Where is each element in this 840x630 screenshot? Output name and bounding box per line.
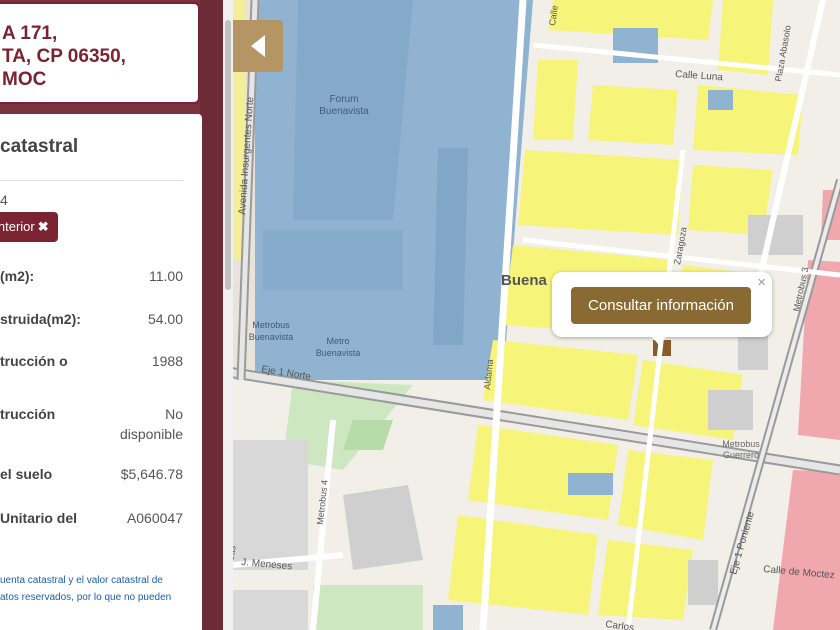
consultar-informacion-button[interactable]: Consultar información [571, 287, 751, 324]
row-value: No disponible [119, 406, 183, 442]
disclaimer-text: uenta catastral y el valor catastral de … [0, 575, 172, 603]
row-label: (m2): [0, 268, 35, 284]
divider [0, 180, 183, 181]
row-value: 54.00 [147, 311, 183, 327]
building-platform [433, 148, 468, 345]
popup-close-icon[interactable]: × [757, 274, 766, 291]
row-value: $5,646.78 [120, 466, 183, 482]
label-metrobus-bv-1: Metrobus [252, 320, 290, 330]
block-grey [688, 560, 718, 605]
side-panel: A 171, TA, CP 06350, MOC catastral 4 int… [0, 0, 233, 630]
label-metrobus-guerrero-1: Metrobus [722, 439, 760, 449]
row-label: trucción [0, 406, 56, 422]
block-blue[interactable] [568, 473, 613, 495]
row-label: struida(m2): [0, 311, 81, 327]
collapse-panel-button[interactable] [233, 20, 283, 72]
parcel-popup: Consultar información × [552, 272, 772, 345]
building-grey [233, 440, 308, 570]
interior-tag: interior✖ [0, 212, 58, 242]
popup-tip [650, 335, 668, 345]
label-metrobus-bv-2: Buenavista [249, 332, 294, 342]
interior-tag-label: interior [0, 219, 35, 234]
label-metro-bv-2: Buenavista [316, 348, 361, 358]
row-value: 11.00 [149, 268, 183, 284]
park-area-south [313, 585, 423, 630]
scrollbar-thumb[interactable] [225, 20, 231, 290]
block-yellow[interactable] [533, 60, 578, 140]
close-icon[interactable]: ✖ [38, 219, 49, 234]
building-terminal [263, 230, 403, 290]
label-metrobus-guerrero-2: Guerrero [723, 450, 759, 460]
account-number: 4 [0, 192, 8, 208]
block-blue[interactable] [433, 605, 463, 630]
label-forum-2: Buenavista [319, 106, 369, 117]
row-value: 1988 [151, 353, 183, 369]
block-yellow[interactable] [618, 450, 713, 540]
block-yellow[interactable] [588, 85, 678, 145]
block-grey [708, 390, 753, 430]
map-view[interactable]: Forum Buenavista Metrobus Buenavista Met… [233, 0, 840, 630]
cadastral-info-card: catastral 4 interior✖ (m2): 11.00 struid… [0, 114, 202, 630]
address-card: A 171, TA, CP 06350, MOC [0, 2, 200, 104]
chevron-left-icon [251, 35, 265, 57]
label-forum-1: Forum [330, 94, 359, 105]
row-value: A060047 [126, 510, 183, 526]
row-label: Unitario del [0, 510, 78, 526]
block-blue[interactable] [708, 90, 733, 110]
block-yellow[interactable] [598, 540, 693, 620]
address-text: A 171, TA, CP 06350, MOC [2, 23, 126, 90]
section-title: catastral [0, 136, 79, 157]
label-metro-bv-1: Metro [326, 336, 349, 346]
row-label: trucción o [0, 353, 68, 369]
label-neighborhood: Buena [501, 272, 548, 289]
building-grey-3 [233, 590, 308, 630]
block-yellow[interactable] [518, 150, 683, 235]
